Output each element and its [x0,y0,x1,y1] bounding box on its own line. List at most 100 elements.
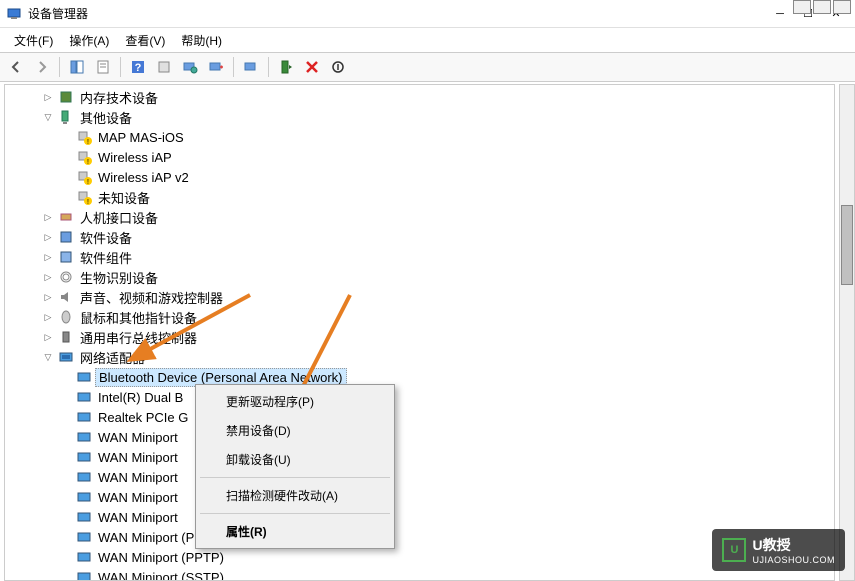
spacer [59,510,73,524]
chevron-down-icon[interactable]: ▽ [41,110,55,124]
menu-separator [200,513,390,514]
chevron-right-icon[interactable]: ▷ [41,310,55,324]
chevron-right-icon[interactable]: ▷ [41,330,55,344]
tree-node-wan2[interactable]: WAN Miniport [5,447,834,467]
node-label: 未知设备 [95,187,153,208]
menu-view[interactable]: 查看(V) [117,29,173,52]
svg-text:?: ? [135,62,142,74]
vertical-scrollbar[interactable] [839,84,855,581]
unknown-device-icon: ! [76,149,92,165]
tree-node-wireless-iap-v2[interactable]: ! Wireless iAP v2 [5,167,834,187]
show-hide-tree-button[interactable] [65,55,89,79]
tree-node-wan1[interactable]: WAN Miniport [5,427,834,447]
tree-node-usb[interactable]: ▷ 通用串行总线控制器 [5,327,834,347]
node-label: 内存技术设备 [77,87,161,108]
scan-button[interactable] [178,55,202,79]
tree-node-wan-sstp[interactable]: WAN Miniport (SSTP) [5,567,834,581]
update-driver-button[interactable] [239,55,263,79]
titlebar: 设备管理器 ─ ☐ ✕ [0,0,855,28]
tree-node-wan-pppoe[interactable]: WAN Miniport (PPPOE) [5,527,834,547]
network-icon [58,349,74,365]
spacer [59,150,73,164]
toolbar-separator [268,57,269,77]
chevron-right-icon[interactable]: ▷ [41,250,55,264]
tree-node-wan-pptp[interactable]: WAN Miniport (PPTP) [5,547,834,567]
watermark-brand: U教授 [752,535,835,555]
tree-node-wan5[interactable]: WAN Miniport [5,507,834,527]
node-label: WAN Miniport [95,429,181,446]
menu-scan-hardware[interactable]: 扫描检测硬件改动(A) [198,481,392,510]
chevron-right-icon[interactable]: ▷ [41,210,55,224]
network-adapter-icon [76,429,92,445]
chevron-right-icon[interactable]: ▷ [41,90,55,104]
watermark-url: UJIAOSHOU.COM [752,555,835,565]
device-icon [58,109,74,125]
device-tree[interactable]: ▷ 内存技术设备 ▽ 其他设备 ! MAP MAS-iOS ! Wireless… [4,84,835,581]
menu-help[interactable]: 帮助(H) [173,29,230,52]
tree-node-wireless-iap[interactable]: ! Wireless iAP [5,147,834,167]
action-button[interactable] [152,55,176,79]
chevron-right-icon[interactable]: ▷ [41,230,55,244]
help-button[interactable]: ? [126,55,150,79]
spacer [59,390,73,404]
tree-node-other[interactable]: ▽ 其他设备 [5,107,834,127]
disable-button[interactable] [326,55,350,79]
watermark: U U教授 UJIAOSHOU.COM [712,529,845,571]
node-label: WAN Miniport [95,509,181,526]
tree-node-biometric[interactable]: ▷ 生物识别设备 [5,267,834,287]
menubar: 文件(F) 操作(A) 查看(V) 帮助(H) [0,28,855,52]
back-button[interactable] [4,55,28,79]
tree-node-hid[interactable]: ▷ 人机接口设备 [5,207,834,227]
scrollbar-thumb[interactable] [841,205,853,285]
minimize-button[interactable]: ─ [767,4,793,24]
network-adapter-icon [76,409,92,425]
menu-file[interactable]: 文件(F) [6,29,61,52]
add-legacy-button[interactable] [204,55,228,79]
node-label: 鼠标和其他指针设备 [77,307,200,328]
svg-text:!: ! [87,199,89,205]
menu-properties[interactable]: 属性(R) [198,517,392,546]
tree-node-sound[interactable]: ▷ 声音、视频和游戏控制器 [5,287,834,307]
tree-node-software-devices[interactable]: ▷ 软件设备 [5,227,834,247]
node-label: Wireless iAP [95,149,175,166]
tree-node-bluetooth[interactable]: Bluetooth Device (Personal Area Network) [5,367,834,387]
spacer [59,130,73,144]
toolbar-separator [233,57,234,77]
spacer [59,570,73,581]
tree-node-map-mas[interactable]: ! MAP MAS-iOS [5,127,834,147]
chevron-right-icon[interactable]: ▷ [41,290,55,304]
tree-node-network[interactable]: ▽ 网络适配器 [5,347,834,367]
tree-node-realtek[interactable]: Realtek PCIe G [5,407,834,427]
menu-uninstall-device[interactable]: 卸载设备(U) [198,445,392,474]
tree-node-wan4[interactable]: WAN Miniport [5,487,834,507]
spacer [59,470,73,484]
spacer [59,550,73,564]
usb-icon [58,329,74,345]
context-menu: 更新驱动程序(P) 禁用设备(D) 卸载设备(U) 扫描检测硬件改动(A) 属性… [195,384,395,549]
menu-disable-device[interactable]: 禁用设备(D) [198,416,392,445]
speaker-icon [58,289,74,305]
enable-button[interactable] [274,55,298,79]
tree-node-memory[interactable]: ▷ 内存技术设备 [5,87,834,107]
forward-button[interactable] [30,55,54,79]
tree-node-intel[interactable]: Intel(R) Dual B [5,387,834,407]
node-label: MAP MAS-iOS [95,129,187,146]
properties-button[interactable] [91,55,115,79]
tree-node-wan3[interactable]: WAN Miniport [5,467,834,487]
chevron-right-icon[interactable]: ▷ [41,270,55,284]
tree-node-mouse[interactable]: ▷ 鼠标和其他指针设备 [5,307,834,327]
uninstall-button[interactable] [300,55,324,79]
network-adapter-icon [76,449,92,465]
tree-node-software-components[interactable]: ▷ 软件组件 [5,247,834,267]
network-adapter-icon [76,549,92,565]
watermark-logo-icon: U [722,538,746,562]
network-adapter-icon [76,489,92,505]
node-label: 软件组件 [77,247,135,268]
node-label: 通用串行总线控制器 [77,327,200,348]
chevron-down-icon[interactable]: ▽ [41,350,55,364]
menu-separator [200,477,390,478]
menu-update-driver[interactable]: 更新驱动程序(P) [198,387,392,416]
network-adapter-icon [76,509,92,525]
menu-action[interactable]: 操作(A) [61,29,117,52]
tree-node-unknown[interactable]: ! 未知设备 [5,187,834,207]
